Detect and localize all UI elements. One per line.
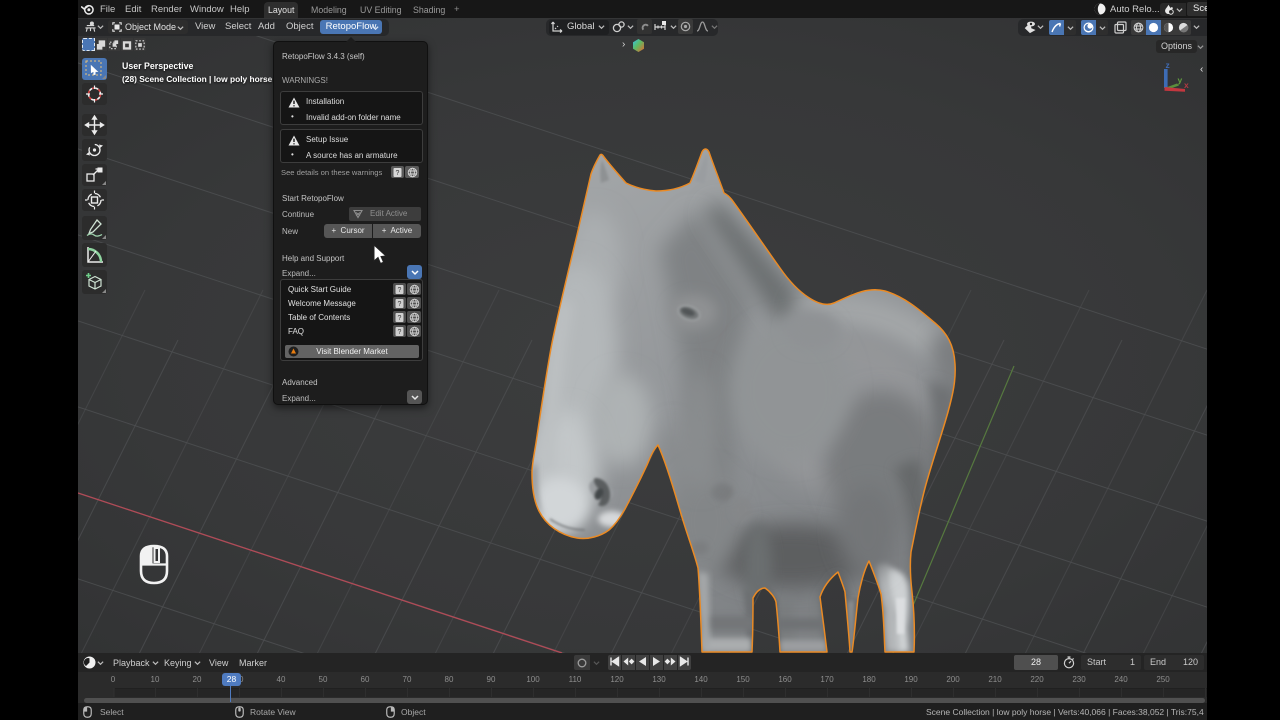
svg-text:?: ?	[398, 287, 402, 294]
svg-text:?: ?	[398, 329, 402, 336]
svg-text:?: ?	[398, 301, 402, 308]
svg-text:x: x	[1184, 80, 1189, 90]
svg-text:y: y	[1178, 75, 1183, 85]
svg-text:?: ?	[398, 315, 402, 322]
svg-text:?: ?	[396, 170, 400, 177]
svg-text:z: z	[1166, 60, 1170, 70]
